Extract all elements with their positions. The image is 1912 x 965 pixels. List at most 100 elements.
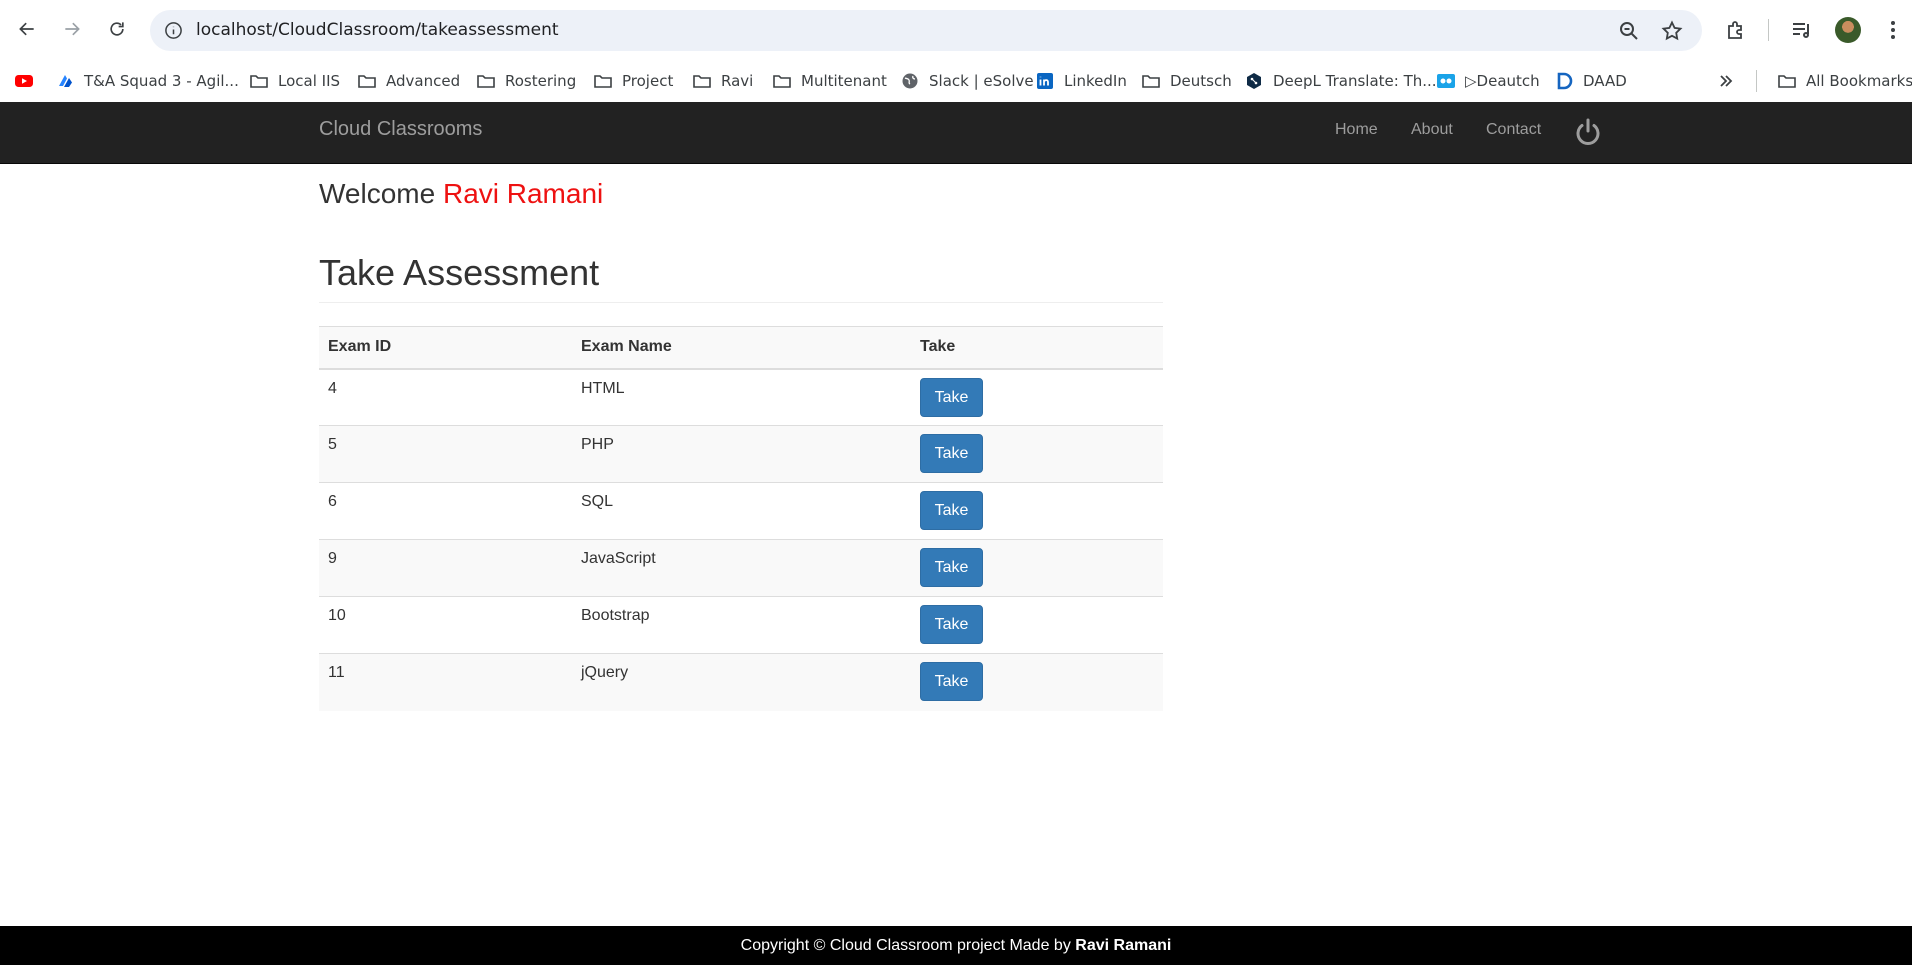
bookmark-label: Project [622,72,674,90]
title-divider [319,302,1163,303]
exam-name-cell: HTML [581,379,625,397]
bookmarks-bar: T&A Squad 3 - Agil... Local IIS Advanced… [0,60,1912,102]
take-cell: Take [911,539,1163,597]
exam-id-cell: 6 [319,482,572,540]
bookmark-label: Deutsch [1170,72,1232,90]
logout-power-icon[interactable] [1573,117,1603,147]
folder-icon [476,72,496,90]
exam-id-cell: 4 [328,379,337,397]
bookmark-label: Ravi [721,72,754,90]
bookmark-label: Local IIS [278,72,341,90]
take-button[interactable]: Take [920,377,983,417]
address-url[interactable]: localhost/CloudClassroom/takeassessment [196,20,559,40]
address-bar[interactable]: localhost/CloudClassroom/takeassessment [150,10,1702,51]
nav-home[interactable]: Home [1335,121,1378,139]
bookmark-deautch[interactable]: ▷Deautch [1436,67,1540,95]
nav-contact[interactable]: Contact [1486,121,1541,139]
bookmark-daad[interactable]: DAAD [1554,67,1627,95]
welcome-username: Ravi Ramani [442,178,604,209]
bookmark-ravi[interactable]: Ravi [692,67,753,95]
bookmark-label: T&A Squad 3 - Agil... [84,72,239,90]
exam-name-cell: PHP [572,425,911,483]
bookmark-linkedin[interactable]: LinkedIn [1035,67,1127,95]
take-button[interactable]: Take [920,491,983,530]
profile-avatar[interactable] [1835,17,1861,43]
brand-link[interactable]: Cloud Classrooms [319,118,482,141]
page-title: Take Assessment [319,252,600,293]
table-row: 10 Bootstrap Take [319,596,1163,654]
bookmark-deutsch[interactable]: Deutsch [1141,67,1232,95]
exam-name-cell: Bootstrap [572,596,911,654]
take-cell: Take [911,482,1163,540]
take-button[interactable]: Take [920,434,983,473]
linkedin-icon [1035,72,1055,90]
bookmark-label: Advanced [386,72,461,90]
bookmark-deepl[interactable]: DeepL Translate: Th... [1244,67,1437,95]
deepl-icon [1244,72,1264,90]
browser-toolbar: localhost/CloudClassroom/takeassessment [0,0,1912,60]
toolbar-separator [1768,19,1769,41]
bookmark-local-iis[interactable]: Local IIS [249,67,340,95]
bookmark-slack[interactable]: Slack | eSolve [900,67,1034,95]
zoom-icon[interactable] [1618,20,1640,42]
site-info-icon[interactable] [164,21,183,40]
folder-icon [593,72,613,90]
bookmarks-separator [1756,70,1757,92]
browser-chrome: localhost/CloudClassroom/takeassessment [0,0,1912,102]
more-bookmarks-icon[interactable] [1716,67,1736,95]
globe-icon [900,72,920,90]
media-controls-icon[interactable] [1790,18,1814,42]
folder-icon [692,72,712,90]
bookmark-label: Multitenant [801,72,887,90]
bookmark-multitenant[interactable]: Multitenant [772,67,887,95]
table-header-row: Exam ID Exam Name Take [319,326,1163,370]
reload-icon[interactable] [102,14,132,44]
all-bookmarks-label: All Bookmarks [1806,72,1912,90]
jira-icon [55,72,75,90]
take-cell: Take [911,425,1163,483]
page-footer: Copyright © Cloud Classroom project Made… [0,926,1912,965]
all-bookmarks[interactable]: All Bookmarks [1777,67,1912,95]
footer-copyright: Copyright © Cloud Classroom project Made… [740,937,1071,954]
bookmark-ta-squad[interactable]: T&A Squad 3 - Agil... [55,67,239,95]
bookmark-rostering[interactable]: Rostering [476,67,576,95]
table-row: 11 jQuery Take [319,653,1163,711]
welcome-prefix: Welcome [319,178,436,209]
bookmark-project[interactable]: Project [593,67,673,95]
exam-name-cell: jQuery [572,653,911,711]
table-row: 4 HTML Take [319,369,1163,426]
take-cell: Take [911,369,1163,426]
table-row: 6 SQL Take [319,482,1163,540]
youtube-icon [14,72,34,90]
exam-id-cell: 9 [319,539,572,597]
exam-name-cell: JavaScript [572,539,911,597]
back-icon[interactable] [12,14,42,44]
bookmark-label: LinkedIn [1064,72,1127,90]
nav-about[interactable]: About [1411,121,1453,139]
take-button[interactable]: Take [920,548,983,587]
browser-menu-icon[interactable] [1881,18,1905,42]
take-button[interactable]: Take [920,605,983,644]
take-button[interactable]: Take [920,662,983,701]
forward-icon[interactable] [57,14,87,44]
folder-icon [1141,72,1161,90]
bookmark-advanced[interactable]: Advanced [357,67,460,95]
assessment-table: Exam ID Exam Name Take 4 HTML Take 5 PHP… [319,326,1163,711]
extensions-icon[interactable] [1724,18,1748,42]
daad-icon [1554,72,1574,90]
bookmark-label: ▷Deautch [1465,72,1540,90]
bookmark-youtube[interactable] [14,67,43,95]
folder-icon [772,72,792,90]
folder-icon [249,72,269,90]
header-exam-name: Exam Name [572,326,911,370]
exam-id-cell: 5 [319,425,572,483]
table-row: 9 JavaScript Take [319,539,1163,597]
bookmark-label: Slack | eSolve [929,72,1034,90]
welcome-message: Welcome Ravi Ramani [319,178,603,210]
bookmark-label: DeepL Translate: Th... [1273,72,1437,90]
app-navbar: Cloud Classrooms Home About Contact [0,102,1912,164]
bookmark-label: Rostering [505,72,577,90]
folder-icon [1777,72,1797,90]
exam-name-cell: SQL [572,482,911,540]
bookmark-star-icon[interactable] [1661,20,1683,42]
